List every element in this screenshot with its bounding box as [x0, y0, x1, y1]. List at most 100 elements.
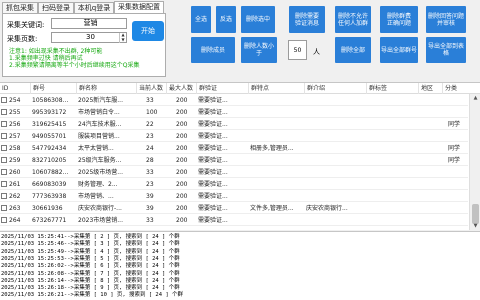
- delete-people-lt-button[interactable]: 删除人数小于: [241, 37, 277, 63]
- cell-name: 2025级市场营...: [78, 169, 123, 176]
- config-panel: 采集关键词: 营销 采集页数: 30 ▲ ▼ 开始 注意1: 如出现采集不出群,…: [2, 13, 166, 77]
- log-output[interactable]: 2025/11/03 15:25:41-->采集第 [ 2 ] 页, 搜索到 […: [0, 231, 480, 300]
- cell-tag: [368, 215, 418, 226]
- tab-local-login[interactable]: 本机q登录: [74, 2, 114, 13]
- cell-verify: 需要验证...: [198, 193, 228, 200]
- row-checkbox[interactable]: [1, 169, 7, 175]
- keyword-input[interactable]: 营销: [51, 18, 127, 29]
- invert-selection-button[interactable]: 反选: [216, 6, 236, 33]
- cell-cur: 39: [146, 193, 154, 200]
- cell-qq: 10586308...: [32, 97, 69, 104]
- people-count-input[interactable]: 50: [288, 40, 307, 60]
- cell-id: 260: [9, 169, 21, 176]
- table-row[interactable]: 264 673267771 2023市场营销... 33 200 需要验证...: [0, 215, 468, 226]
- col-id[interactable]: ID: [0, 83, 30, 94]
- cell-verify: 需要验证...: [198, 217, 228, 224]
- col-intro[interactable]: 群介绍: [304, 83, 366, 94]
- cell-cur: 22: [146, 121, 154, 128]
- cell-area: [420, 143, 442, 154]
- scroll-thumb[interactable]: [472, 204, 479, 224]
- cell-qq: 949055701: [32, 133, 67, 140]
- col-category[interactable]: 分类: [442, 83, 469, 94]
- table-row[interactable]: 261 669083039 财务管理、2... 23 200 需要验证...: [0, 179, 468, 190]
- cell-feature: [250, 155, 304, 166]
- cell-intro: [306, 167, 366, 178]
- col-name[interactable]: 群名称: [76, 83, 136, 94]
- row-checkbox[interactable]: [1, 121, 7, 127]
- log-line: 2025/11/03 15:26:08-->采集第 [ 7 ] 页, 搜索到 […: [1, 270, 180, 277]
- table-row[interactable]: 263 30661936 庆安农商银行-... 39 200 需要验证... 文件多,管理员…: [0, 203, 468, 214]
- delete-all-button[interactable]: 删除全部: [335, 37, 371, 63]
- row-checkbox[interactable]: [1, 97, 7, 103]
- cell-intro: [306, 155, 366, 166]
- table-row[interactable]: 255 995393172 市场营销白令... 100 200 需要验证...: [0, 107, 468, 118]
- cell-max: 200: [176, 133, 188, 140]
- tab-packet-capture[interactable]: 抓包采集: [2, 2, 38, 13]
- table-row[interactable]: 260 10607882... 2025级市场营... 33 200 需要验证...: [0, 167, 468, 178]
- col-verify[interactable]: 群验证: [196, 83, 248, 94]
- col-tag[interactable]: 群标签: [366, 83, 418, 94]
- cell-max: 200: [176, 205, 188, 212]
- keyword-label: 采集关键词:: [7, 21, 45, 29]
- table-row[interactable]: 259 832710205 25级汽车服务... 28 200 需要验证... 同学: [0, 155, 468, 166]
- row-checkbox[interactable]: [1, 145, 7, 151]
- cell-cat: [448, 203, 468, 214]
- col-feature[interactable]: 群特点: [248, 83, 304, 94]
- cell-qq: 10607882...: [32, 169, 69, 176]
- row-checkbox[interactable]: [1, 109, 7, 115]
- table-row[interactable]: 257 949055701 服装项目营销... 23 200 需要验证...: [0, 131, 468, 142]
- tab-collect-config[interactable]: 采集数据配置: [114, 1, 164, 13]
- row-checkbox[interactable]: [1, 157, 7, 163]
- pages-value: 30: [86, 33, 95, 41]
- scroll-down-icon[interactable]: ▼: [470, 222, 480, 230]
- cell-feature: [250, 107, 304, 118]
- cell-area: [420, 203, 442, 214]
- cell-name: 太平太营销...: [78, 145, 114, 152]
- delete-not-allowed-button[interactable]: 删除不允许 任何人加群: [335, 6, 371, 33]
- scroll-up-icon[interactable]: ▲: [470, 94, 480, 103]
- export-all-to-new-button[interactable]: 导出全部到表格: [426, 37, 466, 63]
- delete-paid-button[interactable]: 删除群费 正确问题: [380, 6, 418, 33]
- cell-area: [420, 167, 442, 178]
- cell-max: 200: [176, 157, 188, 164]
- cell-id: 254: [9, 97, 21, 104]
- row-checkbox[interactable]: [1, 133, 7, 139]
- cell-name: 市场营销白令...: [78, 109, 120, 116]
- table-row[interactable]: 256 319625415 24汽车技术服... 22 200 需要验证... 同学: [0, 119, 468, 130]
- cell-tag: [368, 143, 418, 154]
- col-area[interactable]: 地区: [418, 83, 442, 94]
- cell-cat: [448, 95, 468, 106]
- tab-scan-login[interactable]: 扫码登录: [38, 2, 74, 13]
- delete-members-button[interactable]: 删除成员: [191, 37, 235, 63]
- pages-stepper[interactable]: 30: [51, 32, 127, 43]
- cell-feature: 文件多,管理员...: [250, 205, 294, 212]
- cell-cur: 23: [146, 181, 154, 188]
- cell-qq: 777363938: [32, 193, 67, 200]
- cell-area: [420, 215, 442, 226]
- cell-qq: 673267771: [32, 217, 67, 224]
- table-vertical-scrollbar[interactable]: ▲ ▼: [469, 94, 480, 230]
- row-checkbox[interactable]: [1, 205, 7, 211]
- col-current[interactable]: 当前人数: [136, 83, 166, 94]
- delete-answered-button[interactable]: 删除回答问题 并审核: [426, 6, 466, 33]
- cell-id: 261: [9, 181, 21, 188]
- select-all-button[interactable]: 全选: [191, 6, 211, 33]
- col-max[interactable]: 最大人数: [166, 83, 196, 94]
- row-checkbox[interactable]: [1, 217, 7, 223]
- table-row[interactable]: 262 777363938 市场营销、... 39 200 需要验证...: [0, 191, 468, 202]
- export-all-groups-button[interactable]: 导出全部群号: [380, 37, 418, 63]
- row-checkbox[interactable]: [1, 193, 7, 199]
- start-button[interactable]: 开始: [132, 21, 164, 41]
- cell-area: [420, 155, 442, 166]
- col-qq[interactable]: 群号: [30, 83, 76, 94]
- delete-need-verify-button[interactable]: 删除需要 验证消息: [289, 6, 325, 33]
- table-row[interactable]: 258 547792434 太平太营销... 24 200 需要验证... 相册多,管理员.…: [0, 143, 468, 154]
- stepper-down-icon[interactable]: ▼: [119, 38, 126, 43]
- cell-intro: [306, 95, 366, 106]
- cell-verify: 需要验证...: [198, 133, 228, 140]
- log-line: 2025/11/03 15:25:53-->采集第 [ 5 ] 页, 搜索到 […: [1, 255, 180, 262]
- delete-selected-button[interactable]: 删除选中: [241, 6, 275, 33]
- cell-verify: 需要验证...: [198, 205, 228, 212]
- table-row[interactable]: 254 10586308... 2025新汽车服... 33 200 需要验证...: [0, 95, 468, 106]
- row-checkbox[interactable]: [1, 181, 7, 187]
